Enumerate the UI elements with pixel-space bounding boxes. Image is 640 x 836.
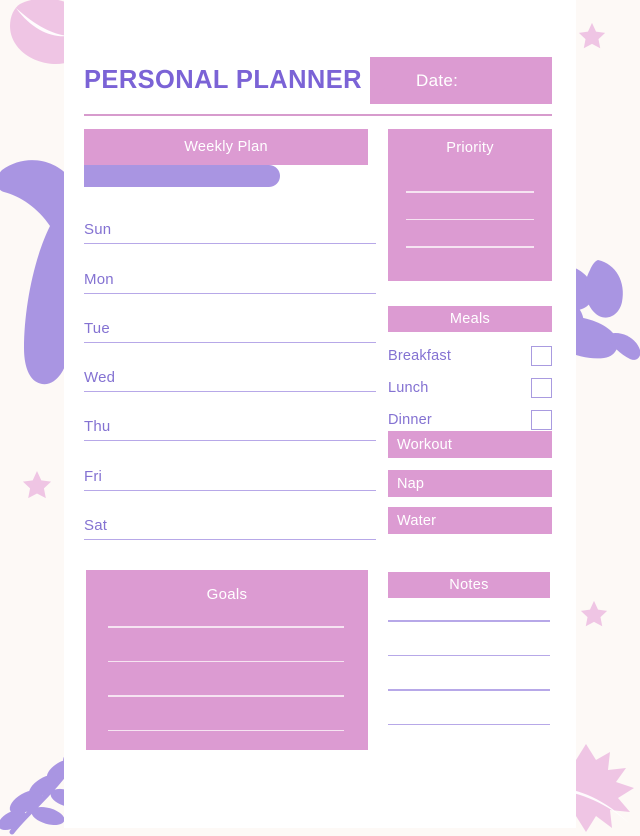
goals-write-lines — [108, 626, 344, 764]
activity-label: Nap — [397, 475, 425, 492]
day-label: Wed — [84, 369, 116, 387]
write-line[interactable] — [108, 626, 344, 628]
meals-list: Breakfast Lunch Dinner — [388, 340, 552, 436]
activity-bar-water[interactable]: Water — [388, 507, 552, 534]
notes-header: Notes — [388, 572, 550, 598]
weekly-plan-accent-bar — [84, 165, 280, 187]
write-line[interactable] — [406, 191, 534, 193]
header-divider — [84, 114, 552, 116]
goals-title: Goals — [206, 586, 248, 603]
weekly-plan-title: Weekly Plan — [184, 139, 268, 155]
day-row[interactable]: Thu — [84, 392, 376, 442]
planner-content: PERSONAL PLANNER Date: Weekly Plan Sun M… — [0, 0, 640, 828]
write-line[interactable] — [108, 695, 344, 697]
write-line[interactable] — [388, 723, 550, 726]
date-label: Date: — [416, 70, 459, 90]
priority-box: Priority — [388, 129, 552, 281]
write-line[interactable] — [406, 218, 534, 221]
day-label: Thu — [84, 418, 111, 436]
day-row[interactable]: Mon — [84, 244, 376, 294]
meal-row: Lunch — [388, 372, 552, 404]
notes-title: Notes — [449, 577, 489, 593]
meal-checkbox[interactable] — [531, 346, 552, 366]
meal-checkbox[interactable] — [531, 378, 552, 398]
activity-label: Workout — [397, 436, 453, 453]
weekly-plan-list: Sun Mon Tue Wed Thu Fri Sat — [84, 195, 376, 541]
meal-checkbox[interactable] — [531, 410, 552, 430]
notes-write-lines — [388, 620, 550, 758]
priority-write-lines — [406, 191, 534, 274]
priority-title: Priority — [446, 140, 494, 156]
write-line[interactable] — [388, 620, 550, 622]
page-title: PERSONAL PLANNER — [84, 65, 362, 94]
day-label: Sun — [84, 221, 112, 239]
write-line[interactable] — [406, 246, 534, 248]
day-row[interactable]: Sat — [84, 491, 376, 541]
write-line[interactable] — [108, 729, 344, 732]
day-row[interactable]: Fri — [84, 441, 376, 491]
meal-label: Dinner — [388, 412, 432, 428]
write-line[interactable] — [108, 660, 344, 663]
activity-label: Water — [397, 512, 437, 529]
write-line[interactable] — [388, 689, 550, 691]
header: PERSONAL PLANNER Date: — [84, 57, 552, 104]
day-label: Sat — [84, 517, 108, 535]
weekly-plan-header: Weekly Plan — [84, 129, 368, 165]
date-banner: Date: — [370, 57, 552, 104]
meals-header: Meals — [388, 306, 552, 332]
meal-row: Breakfast — [388, 340, 552, 372]
meals-title: Meals — [449, 311, 491, 327]
activity-bar-workout[interactable]: Workout — [388, 431, 552, 458]
day-label: Fri — [84, 467, 103, 485]
write-line[interactable] — [388, 654, 550, 657]
day-row[interactable]: Sun — [84, 195, 376, 245]
meal-label: Lunch — [388, 380, 429, 396]
day-row[interactable]: Tue — [84, 294, 376, 343]
meal-label: Breakfast — [388, 348, 452, 364]
goals-box: Goals — [86, 570, 368, 750]
date-banner-shape: Date: — [370, 57, 552, 104]
activity-bar-nap[interactable]: Nap — [388, 470, 552, 497]
day-label: Tue — [84, 319, 110, 337]
day-label: Mon — [84, 270, 114, 288]
day-row[interactable]: Wed — [84, 343, 376, 393]
